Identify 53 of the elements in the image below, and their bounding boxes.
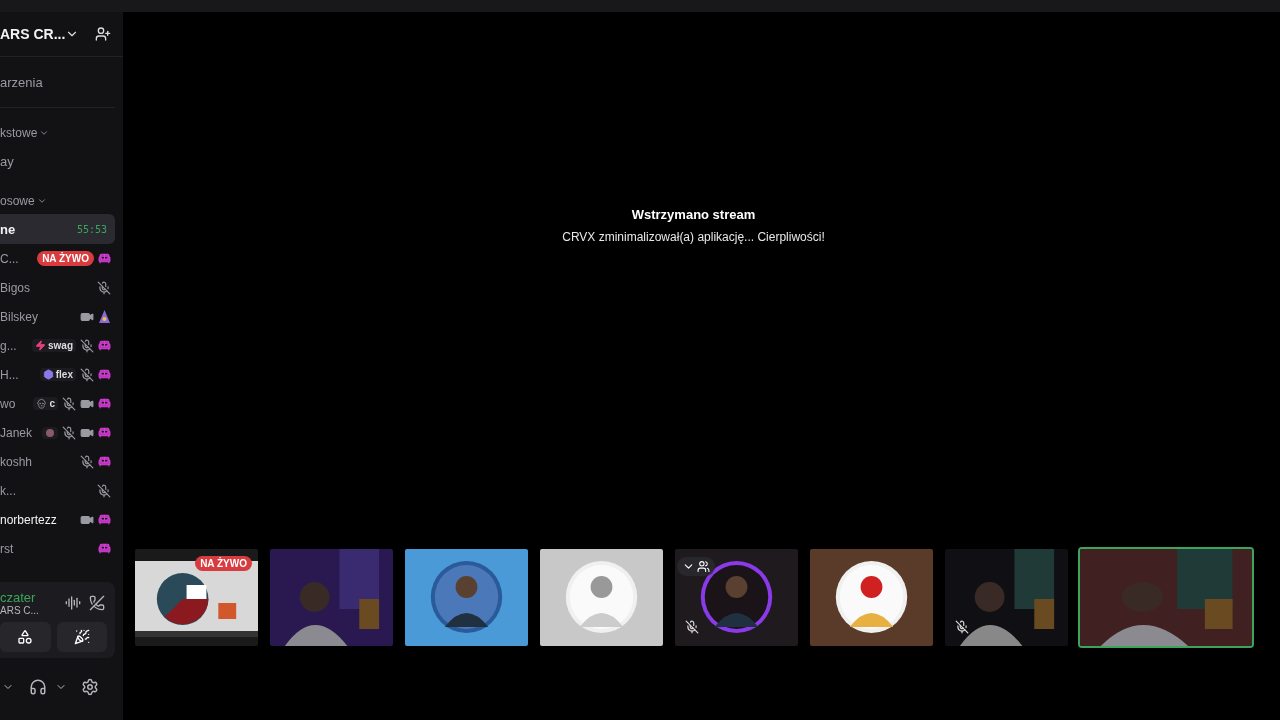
participant-tile[interactable]: NA ŻYWO (133, 547, 260, 648)
voice-user-name[interactable]: Bigos (0, 280, 31, 295)
voice-user-row[interactable]: Bigos (0, 273, 123, 302)
shapes-icon (17, 629, 34, 645)
voice-server: ARS C... (0, 605, 39, 616)
voice-user-name[interactable]: rst (0, 541, 14, 556)
audio-icon[interactable] (63, 593, 83, 613)
voice-user-row[interactable]: norbertezz (0, 505, 123, 534)
category-header[interactable]: kstowe (0, 126, 123, 140)
server-name[interactable]: ARS CR... (0, 26, 66, 42)
voice-user-name[interactable]: C... (0, 251, 19, 266)
tag-label: c (49, 398, 55, 409)
hexagon-icon (42, 369, 54, 380)
voice-user-row[interactable]: H... flex (0, 360, 123, 389)
voice-user-name[interactable]: k... (0, 483, 16, 498)
voice-status: czater (0, 590, 37, 605)
tag-label: swag (48, 340, 73, 351)
voice-user-row[interactable]: rst (0, 534, 123, 563)
soundboard-button[interactable] (56, 622, 107, 652)
voice-user-row[interactable]: C... NA ŻYWO (0, 244, 123, 273)
invite-icon[interactable] (95, 26, 112, 42)
live-badge: NA ŻYWO (37, 251, 94, 266)
voice-user-row[interactable]: g... swag (0, 331, 123, 360)
tile-controls[interactable] (677, 557, 715, 576)
stream-title: Wstrzymano stream (631, 207, 756, 222)
events-link[interactable]: arzenia (0, 74, 43, 90)
chevron-down-icon (36, 196, 47, 206)
skull-icon (36, 398, 48, 409)
call-timer: 55:53 (76, 223, 107, 235)
channel-item[interactable]: ne 55:53 (0, 214, 115, 244)
voice-user-row[interactable]: Janek (0, 418, 123, 447)
category-header[interactable]: osowe (0, 194, 123, 208)
party-popper-icon (73, 629, 90, 645)
voice-user-row[interactable]: k... (0, 476, 123, 505)
activities-button[interactable] (0, 622, 51, 652)
voice-user-row[interactable]: Bilskey (0, 302, 123, 331)
voice-user-name[interactable]: Bilskey (0, 309, 38, 324)
live-badge: NA ŻYWO (195, 556, 252, 571)
stream-message: CRVX zminimalizował(a) aplikację... Cierpliwości! (562, 230, 825, 244)
lightning-icon (35, 340, 46, 351)
voice-user-row[interactable]: wo c (0, 389, 123, 418)
voice-user-name[interactable]: norbertezz (0, 512, 57, 527)
voice-user-name[interactable]: g... (0, 338, 17, 353)
users-icon (697, 560, 710, 573)
voice-user-name[interactable]: wo (0, 396, 16, 411)
voice-user-name[interactable]: Janek (0, 425, 33, 440)
voice-user-name[interactable]: H... (0, 367, 19, 382)
chevron-down-icon (39, 128, 50, 138)
voice-user-name[interactable]: koshh (0, 454, 33, 469)
hang-up-icon[interactable] (87, 593, 107, 613)
channel-item[interactable]: ay (0, 146, 115, 176)
voice-user-row[interactable]: koshh (0, 447, 123, 476)
tag-label: flex (55, 369, 73, 380)
